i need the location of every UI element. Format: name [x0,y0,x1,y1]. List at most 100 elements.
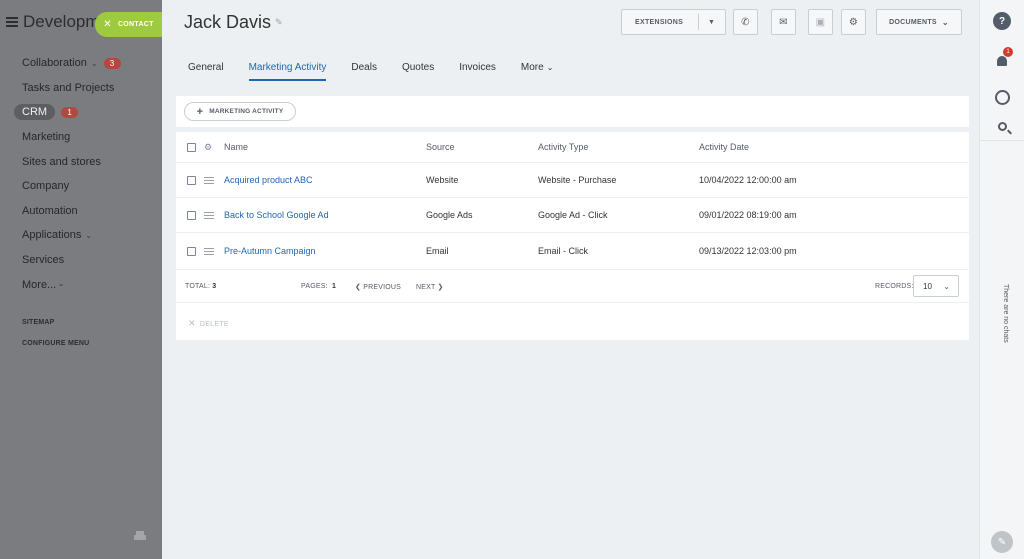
sidebar-item-label: Tasks and Projects [22,81,115,94]
activity-name-link[interactable]: Pre-Autumn Campaign [224,246,316,256]
chevron-left-icon: ❮ [355,284,362,291]
total-count: TOTAL: 3 [185,283,217,290]
column-header-activity-type[interactable]: Activity Type [538,142,588,152]
table-row[interactable]: Back to School Google Ad Google Ads Goog… [176,198,969,233]
extensions-button[interactable]: EXTENSIONS ▼ [621,9,726,35]
sidebar-item-company[interactable]: Company [0,174,162,199]
sidebar-item-applications[interactable]: Applications ⌄ [0,223,162,248]
chats-button[interactable] [993,88,1011,106]
activity-name-link[interactable]: Acquired product ABC [224,175,313,185]
activity-type: Email - Click [538,246,589,256]
page-title: Jack Davis ✎ [184,12,283,32]
main-content: Jack Davis ✎ EXTENSIONS ▼ ✆ ✉ ▣ ⚙ DOCUME… [162,0,979,559]
sidebar-item-label: More... - [22,278,63,291]
table-row[interactable]: Acquired product ABC Website Website - P… [176,163,969,198]
row-checkbox[interactable] [187,210,196,220]
drag-handle-icon[interactable] [204,211,214,219]
tab-quotes[interactable]: Quotes [402,62,434,80]
sidebar-item-crm[interactable]: CRM 1 [0,100,162,125]
call-button[interactable]: ✆ [733,9,758,35]
activity-name-link[interactable]: Back to School Google Ad [224,210,329,220]
sidebar-item-collaboration[interactable]: Collaboration ⌄ 3 [0,51,162,76]
email-button[interactable]: ✉ [771,9,796,35]
portal-title[interactable]: Developm [23,12,100,32]
sidebar-item-services[interactable]: Services [0,248,162,273]
chat-bubble-icon: ▣ [815,16,826,28]
select-all-checkbox[interactable] [187,142,196,152]
chevron-down-icon: ⌄ [85,230,93,240]
chat-icon [994,89,1010,105]
sitemap-link[interactable]: SITEMAP [0,319,162,326]
table-row[interactable]: Pre-Autumn Campaign Email Email - Click … [176,233,969,270]
search-button[interactable] [993,117,1011,135]
sidebar-menu: Collaboration ⌄ 3 Tasks and Projects CRM… [0,51,162,297]
sidebar-item-more[interactable]: More... - [0,272,162,297]
printer-icon[interactable] [134,531,146,542]
contact-button[interactable]: ✕ CONTACT [95,12,162,37]
settings-button[interactable]: ⚙ [841,9,866,35]
menu-icon[interactable] [6,17,18,27]
tab-bar: General Marketing Activity Deals Quotes … [188,62,578,81]
documents-button[interactable]: DOCUMENTS ⌄ [876,9,962,35]
activity-date: 10/04/2022 12:00:00 am [699,175,797,185]
table-header: ⚙ Name Source Activity Type Activity Dat… [176,132,969,163]
help-icon[interactable]: ? [993,12,1011,30]
close-icon: ✕ [103,19,112,30]
sidebar-item-label: Company [22,180,70,193]
column-header-activity-date[interactable]: Activity Date [699,142,749,152]
activity-source: Email [426,246,449,256]
row-checkbox[interactable] [187,246,196,256]
chevron-right-icon: ❯ [437,284,444,291]
sidebar-item-label: CRM [14,104,56,121]
activity-source: Google Ads [426,210,473,220]
bell-icon [997,56,1007,66]
activity-date: 09/01/2022 08:19:00 am [699,210,797,220]
configure-menu-link[interactable]: CONFIGURE MENU [0,340,162,347]
gear-icon[interactable]: ⚙ [204,142,212,153]
sidebar-item-label: Sites and stores [22,155,101,168]
chevron-down-icon: ⌄ [943,281,950,291]
sidebar-badge: 3 [103,57,121,69]
chat-button[interactable]: ▣ [808,9,833,35]
tab-general[interactable]: General [188,62,224,80]
sidebar-item-label: Collaboration [22,57,87,70]
records-per-page-select[interactable]: 10 ⌄ [913,275,959,297]
activity-date: 09/13/2022 12:03:00 pm [699,246,797,256]
add-marketing-activity-button[interactable]: + MARKETING ACTIVITY [184,102,296,121]
gear-icon: ⚙ [848,16,859,28]
next-page-button[interactable]: NEXT ❯ [416,283,444,291]
activity-type: Website - Purchase [538,175,617,185]
sidebar-item-label: Marketing [22,131,71,144]
open-chat-icon[interactable]: ✎ [991,531,1013,553]
pages-indicator: PAGES: 1 [301,283,337,290]
edit-title-icon[interactable]: ✎ [275,17,283,28]
sidebar-item-marketing[interactable]: Marketing [0,125,162,150]
column-header-source[interactable]: Source [426,142,455,152]
dropdown-arrow-icon[interactable]: ▼ [708,19,715,26]
sidebar-item-label: Services [22,254,65,267]
left-sidebar: Developm Collaboration ⌄ 3 Tasks and Pro… [0,0,162,559]
envelope-icon: ✉ [779,16,788,28]
activity-type: Google Ad - Click [538,210,608,220]
tab-invoices[interactable]: Invoices [459,62,496,80]
tab-marketing-activity[interactable]: Marketing Activity [248,62,327,81]
column-header-name[interactable]: Name [224,142,248,152]
notifications-button[interactable]: 1 [993,47,1013,70]
previous-page-button[interactable]: ❮ PREVIOUS [355,283,401,291]
activity-source: Website [426,175,459,185]
row-checkbox[interactable] [187,175,196,185]
sidebar-item-label: Applications [22,229,82,242]
toolbar-panel: + MARKETING ACTIVITY [176,96,969,127]
delete-button[interactable]: ✕ DELETE [188,318,229,329]
no-chats-text: There are no chats [1002,284,1009,343]
drag-handle-icon[interactable] [204,176,214,184]
sidebar-item-automation[interactable]: Automation [0,199,162,224]
plus-icon: + [196,105,204,118]
sidebar-item-sites[interactable]: Sites and stores [0,149,162,174]
search-icon [997,121,1007,131]
sidebar-item-tasks[interactable]: Tasks and Projects [0,76,162,101]
drag-handle-icon[interactable] [204,247,214,255]
tab-more[interactable]: More ⌄ [521,62,554,80]
tab-deals[interactable]: Deals [351,62,377,80]
activity-grid: ⚙ Name Source Activity Type Activity Dat… [176,132,969,340]
